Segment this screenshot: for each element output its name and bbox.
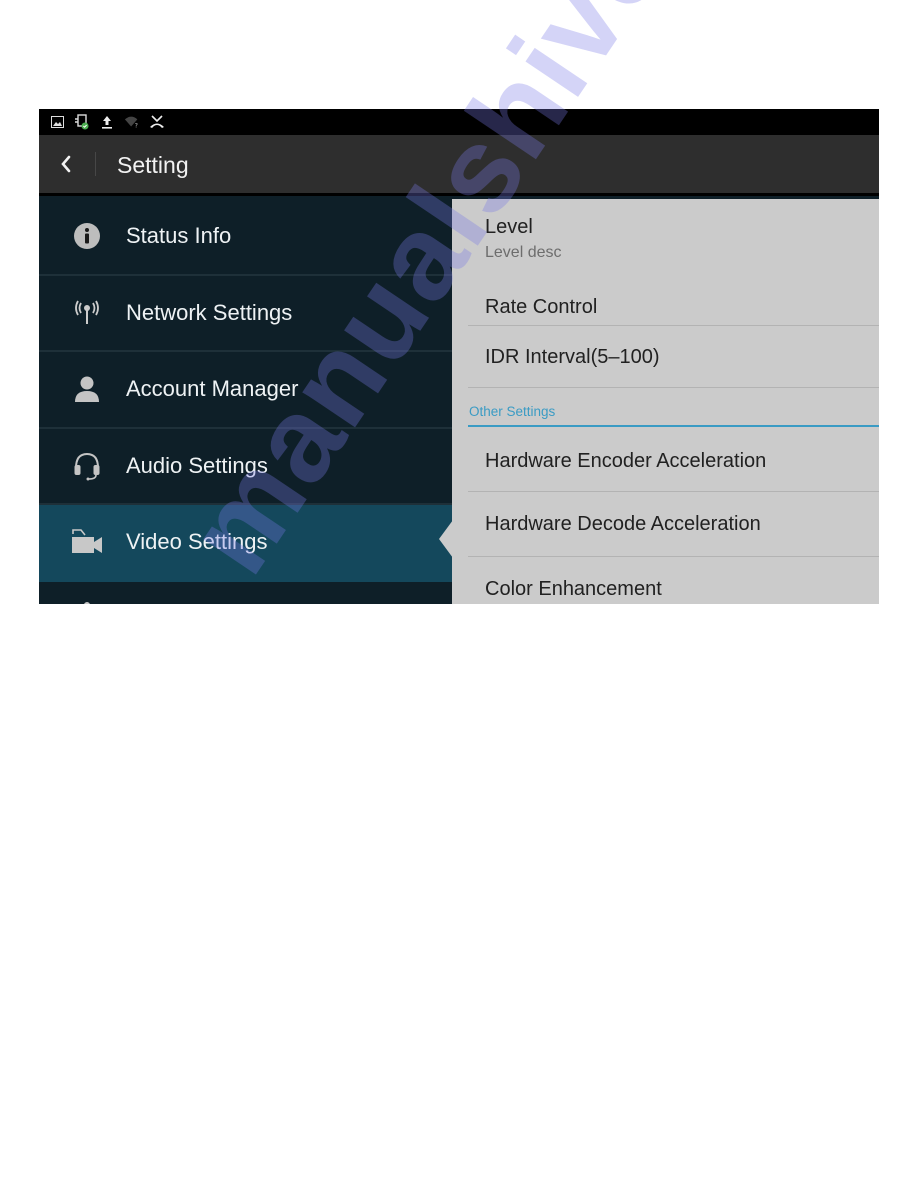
device-screen: ? Setting Status Info Network Settings A…: [39, 109, 879, 604]
page-title: Setting: [117, 152, 189, 178]
sidebar-item-partial[interactable]: [39, 582, 452, 604]
section-header-other-settings: Other Settings: [469, 404, 556, 419]
sidebar-item-network-settings[interactable]: Network Settings: [39, 276, 452, 352]
back-button[interactable]: [53, 149, 79, 179]
upload-icon: [99, 114, 115, 130]
sidebar-item-status-info[interactable]: Status Info: [39, 199, 452, 276]
sidebar-item-account-manager[interactable]: Account Manager: [39, 352, 452, 429]
person-icon: [71, 373, 103, 405]
video-camera-icon: [71, 526, 103, 558]
sidebar-item-audio-settings[interactable]: Audio Settings: [39, 429, 452, 505]
row-divider: [468, 387, 879, 388]
setting-row-idr-interval[interactable]: IDR Interval(5–100): [468, 326, 879, 387]
status-bar: ?: [39, 109, 879, 135]
sidebar-item-label: Status Info: [126, 223, 232, 249]
sim-card-check-icon: [74, 114, 90, 130]
detail-panel: Level Level desc Rate Control IDR Interv…: [452, 199, 879, 604]
sidebar-item-label: Audio Settings: [126, 452, 268, 478]
missed-call-icon: [149, 114, 165, 130]
setting-title: IDR Interval(5–100): [485, 346, 660, 368]
setting-row-level[interactable]: Level Level desc: [468, 199, 879, 267]
selection-pointer: [439, 520, 453, 558]
setting-row-hardware-decode-acceleration[interactable]: Hardware Decode Acceleration: [468, 492, 879, 556]
setting-title: Color Enhancement: [485, 578, 662, 600]
svg-text:?: ?: [135, 122, 138, 129]
sidebar-item-label: Account Manager: [126, 376, 299, 402]
setting-row-color-enhancement[interactable]: Color Enhancement: [468, 557, 879, 604]
setting-title: Hardware Decode Acceleration: [485, 513, 761, 535]
chevron-left-icon: [61, 155, 71, 173]
settings-sidebar: Status Info Network Settings Account Man…: [39, 199, 452, 604]
setting-row-hardware-encoder-acceleration[interactable]: Hardware Encoder Acceleration: [468, 427, 879, 491]
antenna-icon: [71, 297, 103, 329]
headset-icon: [71, 450, 103, 482]
setting-row-rate-control[interactable]: Rate Control: [468, 267, 879, 325]
setting-title: Hardware Encoder Acceleration: [485, 450, 767, 472]
sidebar-item-label: Network Settings: [126, 299, 293, 325]
title-bar: Setting: [39, 135, 879, 196]
info-icon: [71, 220, 103, 252]
title-divider: [95, 152, 96, 176]
image-icon: [49, 114, 65, 130]
setting-title: Rate Control: [485, 296, 598, 318]
setting-description: Level desc: [485, 244, 562, 261]
sidebar-item-video-settings[interactable]: Video Settings: [39, 505, 452, 582]
wifi-unknown-icon: ?: [124, 114, 140, 130]
setting-title: Level: [485, 216, 533, 238]
sidebar-item-label: Video Settings: [126, 529, 268, 555]
partially-visible-icon: [71, 600, 103, 604]
